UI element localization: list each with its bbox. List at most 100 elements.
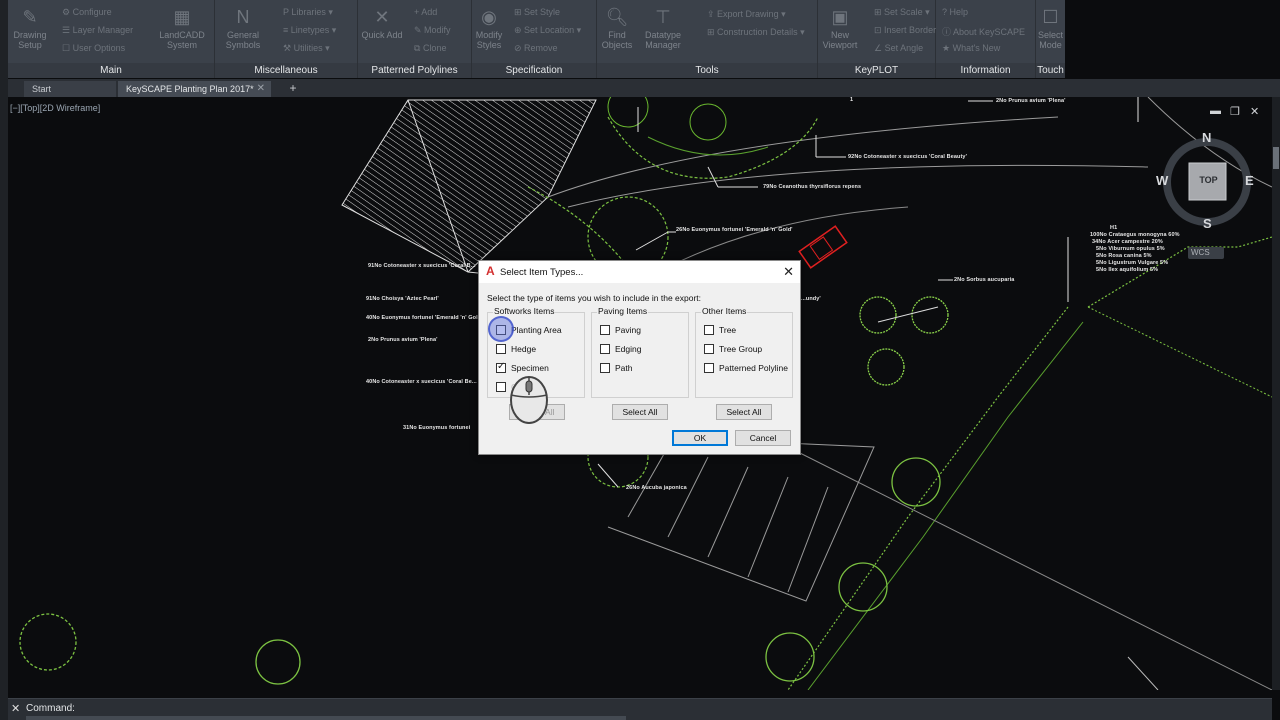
checkbox-box[interactable] — [704, 344, 714, 354]
plant-label: 1 — [850, 97, 854, 103]
panel-title: Information — [960, 65, 1011, 76]
plant-label: 2No Prunus avium 'Plena' — [996, 98, 1066, 104]
checkbox-box[interactable] — [496, 361, 506, 373]
close-icon[interactable]: ✕ — [11, 702, 20, 715]
select-all-other-button[interactable]: Select All — [716, 404, 772, 420]
viewport-controls[interactable]: [−][Top][2D Wireframe] — [10, 103, 100, 113]
dialog-title: Select Item Types... — [500, 267, 584, 278]
wcs-menu[interactable]: WCS — [1191, 248, 1210, 257]
checkbox-box[interactable] — [496, 382, 506, 392]
panel-title: Patterned Polylines — [371, 65, 458, 76]
panel-miscellaneous: N General Symbols P Libraries ▾ ≡ Linety… — [215, 0, 358, 78]
restore-viewport-button[interactable]: ❐ — [1230, 105, 1240, 118]
panel-title: Tools — [695, 65, 719, 76]
select-mode-icon: ☐ — [1042, 7, 1059, 27]
select-mode-button[interactable]: ☐ Select Mode — [1036, 6, 1065, 50]
plant-label: 2No Sorbus aucuparia — [954, 277, 1015, 283]
minimize-viewport-button[interactable]: ▬ — [1210, 105, 1221, 117]
plant-label: 26No Euonymus fortunei 'Emerald 'n' Gold… — [676, 227, 793, 233]
left-edge — [0, 0, 8, 720]
panel-title: KeyPLOT — [854, 65, 899, 76]
panel-main: ✎ Drawing Setup ⚙ Configure ☰ Layer Mana… — [8, 0, 215, 78]
ok-button[interactable]: OK — [672, 430, 728, 446]
tab-start[interactable]: Start — [24, 81, 116, 97]
command-line: ✕ Command: — [8, 698, 1272, 720]
plant-label: 2No Prunus avium 'Plena' — [368, 337, 438, 343]
whats-new-button[interactable]: ★ What's New — [942, 43, 1000, 54]
quick-add-button[interactable]: ✕ Quick Add — [360, 6, 404, 40]
panel-title: Main — [100, 65, 122, 76]
plant-label: 40No Cotoneaster x suecicus 'Coral Be... — [366, 379, 477, 385]
checkbox-box[interactable] — [600, 344, 610, 354]
layer-manager-button[interactable]: ☰ Layer Manager — [62, 25, 133, 36]
utilities-button[interactable]: ⚒ Utilities ▾ — [283, 43, 330, 54]
plant-label: 79No Ceanothus thyrsiflorus repens — [763, 184, 862, 190]
panel-specification: ◉ Modify Styles ⊞ Set Style ⊕ Set Locati… — [472, 0, 597, 78]
new-tab-button[interactable]: + — [285, 81, 301, 97]
checkbox-box[interactable] — [496, 344, 506, 354]
plant-label: ...undy' — [801, 296, 821, 302]
plant-label: 92No Cotoneaster x suecicus 'Coral Beaut… — [848, 154, 967, 160]
command-input[interactable] — [26, 716, 626, 720]
clone-button[interactable]: ⧉ Clone — [414, 43, 446, 54]
plant-label: 5No Viburnum opulus 5% — [1096, 246, 1165, 252]
insert-border-button[interactable]: ⊡ Insert Border — [874, 25, 936, 36]
group-paving-items: Paving Items Paving Edging Path — [591, 306, 689, 398]
set-scale-button[interactable]: ⊞ Set Scale ▾ — [874, 7, 930, 18]
add-button[interactable]: + Add — [414, 7, 437, 17]
libraries-button[interactable]: P Libraries ▾ — [283, 7, 333, 18]
modify-styles-button[interactable]: ◉ Modify Styles — [472, 6, 506, 50]
compass-east[interactable]: E — [1245, 173, 1254, 188]
about-keyscape-button[interactable]: ⓘ About KeySCAPE — [942, 25, 1025, 38]
modify-button[interactable]: ✎ Modify — [414, 25, 451, 36]
tools-icon: ✕ — [374, 7, 390, 27]
export-drawing-button[interactable]: ⇪ Export Drawing ▾ — [707, 9, 786, 20]
plant-label: 5No Ligustrum Vulgare 5% — [1096, 260, 1169, 266]
compass-north[interactable]: N — [1202, 130, 1211, 145]
vertical-scrollbar[interactable] — [1272, 97, 1280, 690]
configure-button[interactable]: ⚙ Configure — [62, 7, 112, 18]
plant-label: 26No Aucuba japonica — [626, 485, 687, 491]
close-icon[interactable]: ✕ — [257, 81, 265, 97]
remove-button[interactable]: ⊘ Remove — [514, 43, 558, 54]
magnifier-icon: 🔍︎ — [605, 7, 629, 27]
panel-title: Specification — [505, 65, 563, 76]
autocad-logo-icon: A — [486, 264, 495, 278]
select-all-paving-button[interactable]: Select All — [612, 404, 668, 420]
datatype-manager-button[interactable]: ⊤ Datatype Manager — [641, 6, 685, 50]
compass-south[interactable]: S — [1203, 216, 1212, 231]
set-location-button[interactable]: ⊕ Set Location ▾ — [514, 25, 581, 36]
autocad-window: ✎ Drawing Setup ⚙ Configure ☰ Layer Mana… — [0, 0, 1280, 720]
close-viewport-button[interactable]: ✕ — [1250, 105, 1259, 118]
drawing-setup-button[interactable]: ✎ Drawing Setup — [10, 6, 50, 50]
linetypes-button[interactable]: ≡ Linetypes ▾ — [283, 25, 336, 36]
new-viewport-button[interactable]: ▣ New Viewport — [820, 6, 860, 50]
construction-details-button[interactable]: ⊞ Construction Details ▾ — [707, 27, 805, 38]
plant-label: 40No Euonymus fortunei 'Emerald 'n' Gold… — [366, 315, 483, 321]
checkbox-box[interactable] — [600, 325, 610, 335]
landcadd-system-button[interactable]: ▦ LandCADD System — [156, 6, 208, 50]
plant-label: 31No Euonymus fortunei — [403, 425, 471, 431]
compass-west[interactable]: W — [1156, 173, 1168, 188]
landcadd-icon: ▦ — [173, 7, 191, 27]
group-title: Other Items — [701, 306, 748, 316]
checkbox-box[interactable] — [704, 363, 714, 373]
set-style-button[interactable]: ⊞ Set Style — [514, 7, 560, 18]
set-angle-button[interactable]: ∠ Set Angle — [874, 43, 923, 54]
scrollbar-thumb[interactable] — [1273, 147, 1279, 169]
ribbon: ✎ Drawing Setup ⚙ Configure ☰ Layer Mana… — [8, 0, 1065, 78]
help-button[interactable]: ? Help — [942, 7, 968, 17]
find-objects-button[interactable]: 🔍︎ Find Objects — [599, 6, 635, 50]
select-item-types-dialog: A Select Item Types... ✕ Select the type… — [478, 260, 801, 455]
checkbox-box[interactable] — [704, 325, 714, 335]
panel-keyplot: ▣ New Viewport ⊞ Set Scale ▾ ⊡ Insert Bo… — [818, 0, 936, 78]
viewcube-top[interactable]: TOP — [1191, 175, 1226, 185]
close-icon[interactable]: ✕ — [783, 264, 794, 280]
general-symbols-button[interactable]: N General Symbols — [223, 6, 263, 50]
tab-planting-plan[interactable]: KeySCAPE Planting Plan 2017* ✕ — [118, 81, 271, 97]
checkbox-box[interactable] — [600, 363, 610, 373]
cancel-button[interactable]: Cancel — [735, 430, 791, 446]
plant-label: 5No Rosa canina 5% — [1096, 253, 1152, 259]
pencil-icon: ✎ — [22, 7, 38, 27]
user-options-button[interactable]: ☐ User Options — [62, 43, 125, 54]
